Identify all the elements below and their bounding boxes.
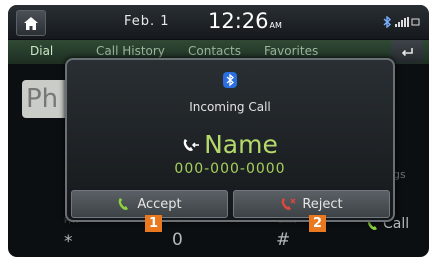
tab-dial[interactable]: Dial — [30, 44, 53, 58]
home-icon — [24, 16, 38, 30]
status-bar: Feb. 1 12:26AM — [8, 5, 429, 39]
status-date: Feb. 1 — [124, 14, 170, 29]
reject-label: Reject — [302, 196, 343, 212]
tab-favorites[interactable]: Favorites — [264, 44, 318, 58]
caller-number: 000-000-0000 — [174, 161, 286, 177]
accept-label: Accept — [137, 196, 182, 212]
home-button[interactable] — [16, 10, 46, 36]
bluetooth-icon — [383, 16, 392, 28]
status-time: 12:26AM — [208, 9, 282, 33]
back-button[interactable] — [391, 40, 423, 63]
reject-button[interactable]: Reject — [233, 190, 390, 218]
callout-marker-1: 1 — [145, 215, 162, 232]
accept-phone-icon — [119, 198, 129, 210]
caller-row: Name — [67, 130, 393, 159]
accept-button[interactable]: Accept — [71, 190, 228, 218]
popup-title: Incoming Call — [189, 100, 271, 114]
incoming-call-popup: Incoming Call Name 000-000-0000 Accept R… — [65, 58, 395, 222]
key-zero[interactable]: 0 — [172, 230, 183, 250]
reject-phone-icon — [282, 198, 296, 210]
callout-marker-2: 2 — [309, 215, 326, 232]
time-ampm: AM — [269, 21, 282, 30]
tab-contacts[interactable]: Contacts — [188, 44, 241, 58]
key-hash[interactable]: # — [276, 230, 290, 250]
time-value: 12:26 — [208, 9, 269, 33]
signal-bars-icon — [395, 17, 420, 27]
bluetooth-icon — [223, 72, 237, 88]
incoming-call-icon — [183, 138, 200, 151]
head-unit-screen: Feb. 1 12:26AM Dial Call History Contact… — [8, 5, 429, 257]
tab-call-history[interactable]: Call History — [96, 44, 165, 58]
status-icons — [383, 16, 421, 28]
caller-name: Name — [204, 130, 278, 159]
key-star[interactable]: * — [64, 232, 73, 252]
back-arrow-icon — [401, 47, 413, 56]
